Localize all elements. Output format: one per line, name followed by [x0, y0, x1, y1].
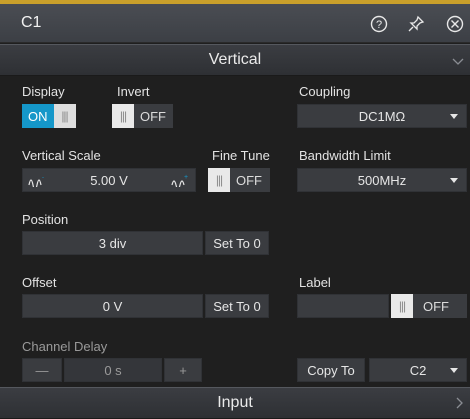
copy-to-target-dropdown[interactable]: C2: [369, 358, 467, 382]
invert-label: Invert: [117, 84, 150, 99]
invert-toggle-state: OFF: [140, 108, 166, 124]
position-value: 3 div: [98, 235, 127, 251]
offset-set-to-zero-button[interactable]: Set To 0: [205, 294, 269, 318]
chevron-right-icon: [454, 396, 464, 414]
waveform-increase-icon[interactable]: +: [168, 168, 192, 192]
vertical-scale-label: Vertical Scale: [22, 148, 101, 163]
position-set-to-zero-button[interactable]: Set To 0: [205, 231, 269, 255]
svg-text:-: -: [42, 175, 44, 181]
caret-down-icon: [450, 368, 458, 373]
toggle-grip-icon: |||: [391, 294, 413, 318]
bandwidth-limit-dropdown[interactable]: 500MHz: [297, 168, 467, 192]
position-set-to-zero-label: Set To 0: [213, 235, 261, 251]
svg-text:?: ?: [376, 19, 382, 31]
title-bar: C1 ?: [0, 4, 470, 43]
channel-delay-increment-button[interactable]: +: [164, 358, 202, 382]
coupling-value: DC1MΩ: [358, 108, 406, 124]
fine-tune-toggle[interactable]: ||| OFF: [208, 168, 270, 192]
label-input[interactable]: [297, 294, 389, 318]
invert-toggle[interactable]: ||| OFF: [112, 104, 173, 128]
display-toggle-state: ON: [22, 104, 54, 128]
channel-delay-decrement-button[interactable]: —: [22, 358, 62, 382]
channel-delay-field[interactable]: 0 s: [64, 358, 162, 382]
position-label: Position: [22, 212, 69, 227]
position-field[interactable]: 3 div: [22, 231, 203, 255]
channel-delay-label: Channel Delay: [22, 339, 108, 354]
bandwidth-limit-label: Bandwidth Limit: [299, 148, 391, 163]
chevron-down-icon: [452, 53, 464, 71]
vertical-scale-value: 5.00 V: [90, 172, 128, 188]
coupling-label: Coupling: [299, 84, 351, 99]
plus-icon: +: [179, 362, 187, 378]
offset-field[interactable]: 0 V: [22, 294, 203, 318]
caret-down-icon: [450, 114, 458, 119]
label-label: Label: [299, 275, 331, 290]
copy-to-label: Copy To: [307, 362, 355, 378]
close-circle-icon[interactable]: [445, 14, 465, 34]
label-toggle-state: OFF: [423, 298, 449, 314]
offset-set-to-zero-label: Set To 0: [213, 298, 261, 314]
channel-delay-value: 0 s: [104, 362, 122, 378]
display-label: Display: [22, 84, 65, 99]
display-toggle[interactable]: ON |||: [22, 104, 84, 128]
caret-down-icon: [450, 178, 458, 183]
section-input-header[interactable]: Input: [0, 387, 470, 419]
bandwidth-limit-value: 500MHz: [357, 172, 407, 188]
pin-icon[interactable]: [406, 14, 426, 34]
offset-value: 0 V: [102, 298, 123, 314]
coupling-dropdown[interactable]: DC1MΩ: [297, 104, 467, 128]
section-vertical-header[interactable]: Vertical: [0, 44, 470, 76]
copy-to-target-value: C2: [409, 362, 427, 378]
fine-tune-label: Fine Tune: [212, 148, 270, 163]
svg-text:+: +: [184, 174, 188, 181]
offset-label: Offset: [22, 275, 57, 290]
help-circle-icon[interactable]: ?: [369, 14, 389, 34]
section-input-title: Input: [217, 394, 253, 411]
window-title: C1: [21, 14, 42, 31]
fine-tune-state: OFF: [236, 172, 262, 188]
copy-to-button[interactable]: Copy To: [297, 358, 365, 382]
toggle-grip-icon: |||: [53, 104, 76, 128]
minus-icon: —: [35, 362, 49, 378]
toggle-grip-icon: |||: [208, 168, 230, 192]
section-vertical-title: Vertical: [208, 51, 262, 68]
label-toggle[interactable]: ||| OFF: [391, 294, 467, 318]
waveform-decrease-icon[interactable]: -: [25, 168, 49, 192]
toggle-grip-icon: |||: [112, 104, 134, 128]
